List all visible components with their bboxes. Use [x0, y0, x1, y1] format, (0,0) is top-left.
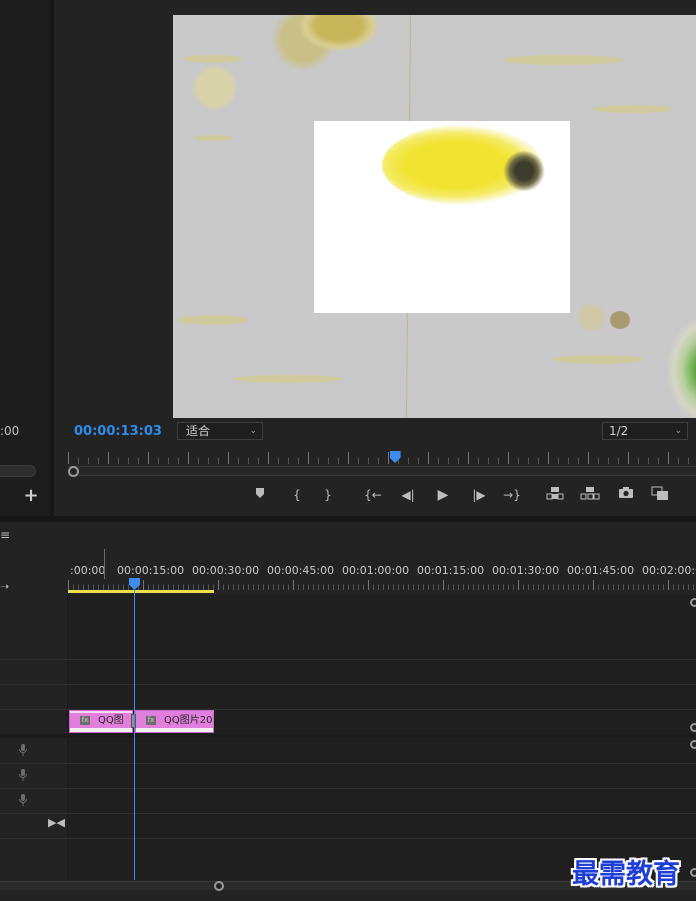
overlay-clip-frame [314, 121, 570, 313]
wrench-icon[interactable]: ➝ [0, 580, 9, 593]
ruler-label: 00:01:15:00 [417, 564, 485, 577]
play-button[interactable]: ▶ [433, 486, 453, 504]
vertical-scroll-knob[interactable] [690, 598, 696, 607]
monitor-time-ruler[interactable] [68, 452, 696, 464]
track-divider [0, 763, 696, 764]
step-back-button[interactable]: ◀| [398, 486, 418, 504]
work-area-bar[interactable] [68, 590, 214, 593]
playback-resolution-value: 1/2 [609, 424, 629, 438]
zoom-fit-select[interactable]: 适合 ⌄ [177, 422, 263, 440]
camera-icon [619, 487, 633, 498]
source-scrollbar[interactable] [0, 465, 36, 477]
clip-waveform-bar [70, 728, 132, 732]
source-panel [0, 0, 50, 516]
brown-dot [610, 311, 630, 329]
compare-icon [651, 486, 668, 500]
panel-menu-icon[interactable]: ≡ [0, 528, 10, 542]
track-divider [0, 684, 696, 685]
fx-badge: fx [146, 716, 156, 725]
vertical-scroll-knob[interactable] [690, 723, 696, 732]
add-button[interactable]: + [22, 486, 40, 506]
chevron-down-icon: ⌄ [674, 426, 682, 436]
ruler-label: :00:00 [70, 564, 106, 577]
ruler-label: 00:02:00:0 [642, 564, 696, 577]
lift-icon [546, 487, 564, 500]
clip-label: QQ图 [98, 715, 124, 726]
source-timecode[interactable]: :00 [0, 424, 19, 438]
monitor-scroll-handle[interactable] [68, 466, 79, 477]
video-track-1[interactable] [68, 685, 696, 709]
video-audio-divider[interactable] [0, 734, 696, 738]
add-marker-button[interactable] [250, 486, 270, 504]
green-image-fragment [667, 315, 696, 418]
ruler-label: 00:01:00:00 [342, 564, 410, 577]
seed-image-fragment [299, 15, 379, 51]
video-track-2[interactable] [68, 660, 696, 684]
audio-track-1[interactable] [68, 738, 696, 763]
clip-label: QQ图片20 [164, 715, 213, 726]
comparison-view-button[interactable] [650, 486, 670, 504]
bowtie-icon[interactable]: ▶◀ [48, 816, 65, 829]
chevron-down-icon: ⌄ [249, 426, 257, 436]
lift-button[interactable] [545, 486, 565, 504]
vertical-scroll-knob[interactable] [690, 868, 696, 877]
zoom-fit-value: 适合 [186, 424, 211, 438]
step-forward-button[interactable]: |▶ [469, 486, 489, 504]
audio-track-2[interactable] [68, 764, 696, 788]
ruler-label: 00:00:45:00 [267, 564, 335, 577]
ruler-label: 00:00:15:00 [117, 564, 185, 577]
program-timecode[interactable]: 00:00:13:03 [74, 424, 162, 439]
track-divider [0, 838, 696, 839]
playback-resolution-select[interactable]: 1/2 ⌄ [602, 422, 688, 440]
ruler-cursor-line [104, 549, 105, 579]
vertical-scroll-knob[interactable] [690, 740, 696, 749]
timeline-ruler-labels: :00:00 00:00:15:00 00:00:30:00 00:00:45:… [68, 564, 696, 578]
mark-out-button[interactable]: } [318, 486, 338, 504]
mark-in-button[interactable]: { [287, 486, 307, 504]
ruler-label: 00:00:30:00 [192, 564, 260, 577]
track-divider [0, 659, 696, 660]
timeline-time-ruler[interactable] [68, 580, 696, 590]
microphone-icon[interactable] [18, 743, 28, 757]
marker-icon [256, 488, 264, 498]
go-to-out-button[interactable]: →} [502, 486, 522, 504]
fx-badge: fx [80, 716, 90, 725]
export-frame-button[interactable] [616, 486, 636, 504]
video-preview[interactable] [173, 15, 696, 418]
go-to-in-button[interactable]: {← [363, 486, 383, 504]
horizontal-scroll-knob[interactable] [214, 881, 224, 891]
ruler-label: 00:01:45:00 [567, 564, 635, 577]
monitor-zoom-scrollbar[interactable] [68, 466, 696, 476]
audio-track-3[interactable] [68, 789, 696, 813]
ruler-label: 00:01:30:00 [492, 564, 560, 577]
microphone-icon[interactable] [18, 793, 28, 807]
clip-highlight [70, 711, 132, 713]
extract-icon [580, 487, 600, 500]
dark-spot [502, 151, 546, 191]
premiere-workspace: :00 + 00:00:13:03 适合 ⌄ 1/2 ⌄ { } {← ◀| ▶… [0, 0, 696, 901]
track-divider [0, 813, 696, 814]
track-divider [0, 788, 696, 789]
microphone-icon[interactable] [18, 768, 28, 782]
video-track-3[interactable] [68, 595, 696, 659]
master-track[interactable] [68, 814, 696, 838]
clip-waveform-bar [136, 728, 213, 732]
extract-button[interactable] [580, 486, 600, 504]
watermark-logo: 最需教育 [572, 859, 680, 890]
playhead-line [134, 590, 135, 880]
